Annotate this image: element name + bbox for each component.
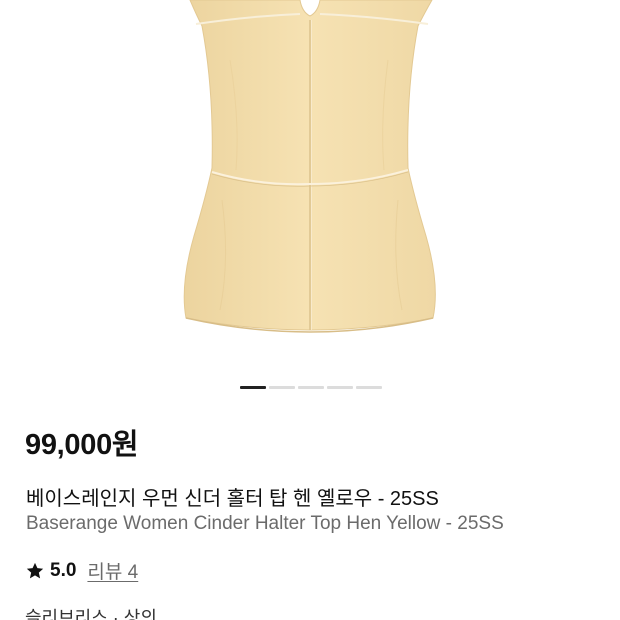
product-title-english: Baserange Women Cinder Halter Top Hen Ye… <box>26 513 504 534</box>
review-count-link[interactable]: 리뷰 4 <box>87 557 138 584</box>
product-detail-page: 99,000원 베이스레인지 우먼 신더 홀터 탑 헨 옐로우 - 25SS B… <box>0 0 620 620</box>
product-rating: 5.0 리뷰 4 <box>25 557 138 584</box>
gallery-dot[interactable] <box>327 386 353 389</box>
product-category-breadcrumb[interactable]: 슬리브리스 · 상의 <box>25 604 157 620</box>
gallery-dot[interactable] <box>356 386 382 389</box>
gallery-dot[interactable] <box>269 386 295 389</box>
product-image <box>183 0 436 333</box>
rating-value: 5.0 <box>50 559 77 581</box>
product-image-gallery[interactable] <box>0 0 620 378</box>
product-price: 99,000원 <box>25 429 139 461</box>
gallery-pagination <box>240 386 382 389</box>
star-icon <box>26 562 44 578</box>
product-title-korean: 베이스레인지 우먼 신더 홀터 탑 헨 옐로우 - 25SS <box>26 488 439 510</box>
gallery-dot[interactable] <box>298 386 324 389</box>
gallery-dot-active[interactable] <box>240 386 266 389</box>
